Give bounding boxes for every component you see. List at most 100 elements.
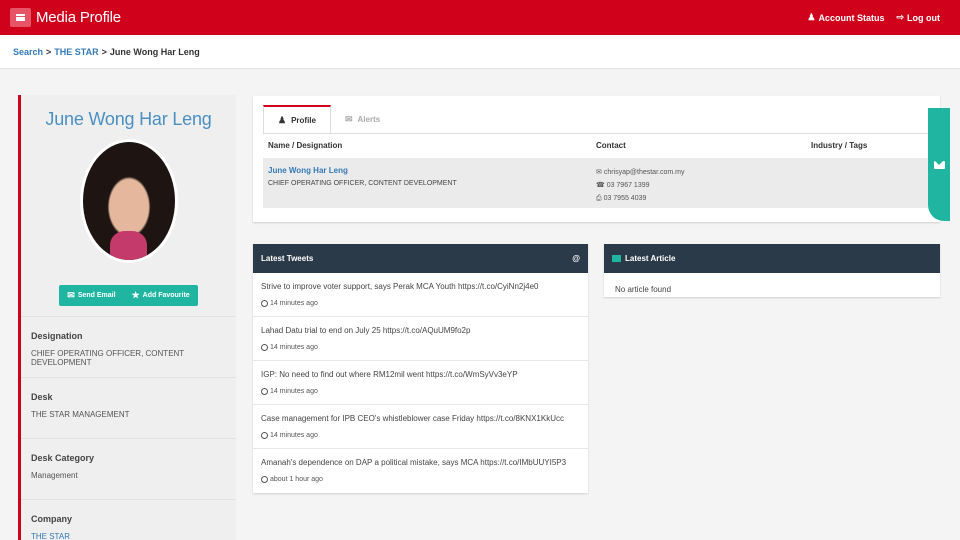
breadcrumb-current: June Wong Har Leng xyxy=(109,46,200,57)
breadcrumb-separator: > xyxy=(101,46,107,57)
tab-profile[interactable]: ♟ Profile xyxy=(263,105,331,134)
profile-name: June Wong Har Leng xyxy=(45,109,212,129)
tweet-time-label: 14 minutes ago xyxy=(270,388,318,395)
top-bar: Media Profile ♟ Account Status ⇨ Log out xyxy=(0,0,960,35)
profile-header: June Wong Har Leng ✉ Send Email ★ Add Fa… xyxy=(21,95,236,317)
tweet-text[interactable]: Amanah's dependence on DAP a political m… xyxy=(261,458,588,467)
tweets-header: Latest Tweets @ xyxy=(253,244,588,273)
tweet-time: 14 minutes ago xyxy=(261,432,588,439)
tweet-text[interactable]: Strive to improve voter support, says Pe… xyxy=(261,282,588,291)
top-nav: ♟ Account Status ⇨ Log out xyxy=(807,0,940,35)
envelope-icon: ✉ xyxy=(596,169,602,176)
tweet-text[interactable]: Lahad Datu trial to end on July 25 https… xyxy=(261,326,588,335)
clock-icon xyxy=(261,476,268,483)
field-label: Designation xyxy=(31,331,83,341)
send-email-label: Send Email xyxy=(77,292,116,299)
bell-icon: ✉ xyxy=(344,114,353,124)
tab-label: Profile xyxy=(291,116,316,125)
tweet-item: Lahad Datu trial to end on July 25 https… xyxy=(253,317,588,361)
table-row: June Wong Har Leng CHIEF OPERATING OFFIC… xyxy=(263,158,928,208)
envelope-icon: ✉ xyxy=(67,290,75,300)
field-label: Company xyxy=(31,514,73,524)
star-icon: ★ xyxy=(131,290,140,300)
clock-icon xyxy=(261,432,268,439)
table-header: Name / Designation Contact Industry / Ta… xyxy=(263,134,928,158)
logout-icon: ⇨ xyxy=(896,12,904,22)
contact-email[interactable]: chrisyap@thestar.com.my xyxy=(604,169,685,176)
column-header-name: Name / Designation xyxy=(268,141,343,150)
tweet-item: Strive to improve voter support, says Pe… xyxy=(253,273,588,317)
tweet-text[interactable]: Case management for IPB CEO's whistleblo… xyxy=(261,414,588,423)
field-label: Desk xyxy=(31,392,53,402)
desk-field: Desk THE STAR MANAGEMENT xyxy=(21,378,236,439)
clock-icon xyxy=(261,344,268,351)
tab-alerts[interactable]: ✉ Alerts xyxy=(331,105,394,134)
field-value: THE STAR MANAGEMENT xyxy=(31,410,130,419)
tweet-time-label: 14 minutes ago xyxy=(270,432,318,439)
tweet-time: 14 minutes ago xyxy=(261,388,588,395)
account-status-link[interactable]: ♟ Account Status xyxy=(807,13,884,23)
contact-phone-line: ☎ 03 7967 1399 xyxy=(596,179,684,192)
side-email-tab[interactable] xyxy=(928,108,950,221)
breadcrumb: Search > THE STAR > June Wong Har Leng xyxy=(0,35,960,69)
contact-phone: 03 7967 1399 xyxy=(606,182,650,189)
send-email-button[interactable]: ✉ Send Email xyxy=(59,285,123,306)
field-label: Desk Category xyxy=(31,453,95,463)
account-status-label: Account Status xyxy=(818,12,885,23)
contact-name-link[interactable]: June Wong Har Leng xyxy=(268,166,457,175)
desk-category-field: Desk Category Management xyxy=(21,439,236,500)
tweet-time-label: 14 minutes ago xyxy=(270,344,318,351)
article-title: Latest Article xyxy=(625,254,676,263)
tweets-title: Latest Tweets xyxy=(261,254,314,263)
company-field: Company THE STAR xyxy=(21,500,236,540)
clock-icon xyxy=(261,388,268,395)
latest-article-panel: Latest Article No article found xyxy=(604,244,940,297)
contact-designation: CHIEF OPERATING OFFICER, CONTENT DEVELOP… xyxy=(268,180,457,187)
user-icon: ♟ xyxy=(807,12,816,22)
tweet-time: about 1 hour ago xyxy=(261,476,588,483)
add-favourite-button[interactable]: ★ Add Favourite xyxy=(124,285,198,306)
app-title: Media Profile xyxy=(36,9,121,26)
column-header-tags: Industry / Tags xyxy=(811,141,868,150)
tweet-item: Amanah's dependence on DAP a political m… xyxy=(253,449,588,493)
article-header: Latest Article xyxy=(604,244,940,273)
contact-cell: ✉ chrisyap@thestar.com.my ☎ 03 7967 1399… xyxy=(596,166,684,205)
profile-tabs: ♟ Profile ✉ Alerts xyxy=(263,105,394,134)
phone-icon: ☎ xyxy=(596,182,605,189)
tweet-item: IGP: No need to find out where RM12mil w… xyxy=(253,361,588,405)
column-header-contact: Contact xyxy=(596,141,626,150)
article-empty-message: No article found xyxy=(615,285,672,294)
company-link[interactable]: THE STAR xyxy=(31,532,236,540)
breadcrumb-search-link[interactable]: Search xyxy=(13,47,43,57)
tweet-time: 14 minutes ago xyxy=(261,344,588,351)
contact-fax-line: ⎙ 03 7955 4039 xyxy=(596,192,684,205)
avatar-photo xyxy=(82,142,175,260)
tweet-time-label: about 1 hour ago xyxy=(270,476,323,483)
name-cell: June Wong Har Leng CHIEF OPERATING OFFIC… xyxy=(268,166,457,187)
tweet-time: 14 minutes ago xyxy=(261,300,588,307)
field-value: Management xyxy=(31,471,78,480)
printer-icon: ⎙ xyxy=(596,195,602,202)
avatar xyxy=(79,139,178,263)
tweet-text[interactable]: IGP: No need to find out where RM12mil w… xyxy=(261,370,588,379)
latest-tweets-panel: Latest Tweets @ Strive to improve voter … xyxy=(253,244,588,493)
add-favourite-label: Add Favourite xyxy=(142,292,190,299)
envelope-icon xyxy=(933,160,945,169)
breadcrumb-separator: > xyxy=(46,46,52,57)
contact-fax: 03 7955 4039 xyxy=(603,195,647,202)
tab-label: Alerts xyxy=(357,115,381,124)
profile-card: ♟ Profile ✉ Alerts Name / Designation Co… xyxy=(253,96,940,222)
newspaper-icon xyxy=(612,255,621,262)
contact-email-line: ✉ chrisyap@thestar.com.my xyxy=(596,166,684,179)
field-value: CHIEF OPERATING OFFICER, CONTENT DEVELOP… xyxy=(31,349,185,367)
hamburger-menu-button[interactable] xyxy=(10,8,31,27)
profile-sidebar: June Wong Har Leng ✉ Send Email ★ Add Fa… xyxy=(18,95,236,540)
tweet-item: Case management for IPB CEO's whistleblo… xyxy=(253,405,588,449)
tweet-time-label: 14 minutes ago xyxy=(270,300,318,307)
breadcrumb-outlet-link[interactable]: THE STAR xyxy=(54,47,98,57)
logout-label: Log out xyxy=(907,12,940,23)
menu-icon xyxy=(16,14,25,21)
clock-icon xyxy=(261,300,268,307)
logout-link[interactable]: ⇨ Log out xyxy=(896,13,940,23)
designation-field: Designation CHIEF OPERATING OFFICER, CON… xyxy=(21,317,236,378)
